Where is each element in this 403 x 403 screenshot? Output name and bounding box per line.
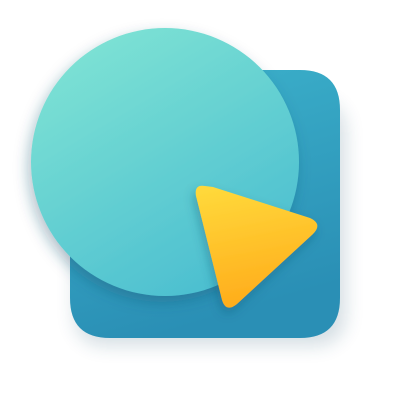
logo-canvas: [0, 0, 403, 403]
app-logo-icon: [31, 28, 346, 346]
